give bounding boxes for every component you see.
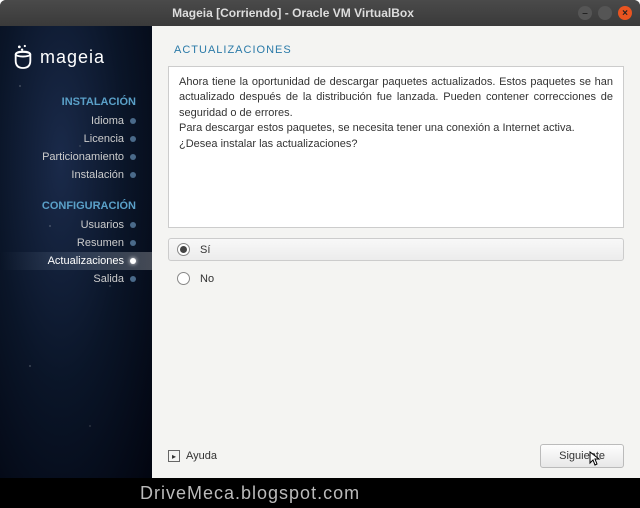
watermark: DriveMeca.blogspot.com xyxy=(0,478,640,508)
window-body: mageia INSTALACIÓN Idioma Licencia Parti… xyxy=(0,26,640,478)
sidebar-item-actualizaciones[interactable]: Actualizaciones xyxy=(0,252,152,270)
step-dot-icon xyxy=(130,240,136,246)
sidebar-item-resumen[interactable]: Resumen xyxy=(0,234,152,252)
help-label: Ayuda xyxy=(186,450,217,462)
section-heading-install: INSTALACIÓN xyxy=(0,80,152,112)
step-dot-icon xyxy=(130,136,136,142)
sidebar-item-particionamiento[interactable]: Particionamiento xyxy=(0,148,152,166)
step-dot-icon xyxy=(130,276,136,282)
step-dot-icon xyxy=(130,154,136,160)
mageia-logo: mageia xyxy=(0,26,152,80)
window-controls: – × xyxy=(578,6,632,20)
radio-yes[interactable] xyxy=(177,243,190,256)
step-dot-icon xyxy=(130,222,136,228)
sidebar-item-salida[interactable]: Salida xyxy=(0,270,152,288)
cauldron-icon xyxy=(12,44,34,70)
section-heading-config: CONFIGURACIÓN xyxy=(0,184,152,216)
message-box: Ahora tiene la oportunidad de descargar … xyxy=(168,66,624,228)
titlebar[interactable]: Mageia [Corriendo] - Oracle VM VirtualBo… xyxy=(0,0,640,26)
option-yes-label: Sí xyxy=(200,244,210,256)
option-no[interactable]: No xyxy=(168,267,624,290)
next-button[interactable]: Siguiente xyxy=(540,444,624,468)
panel-title: ACTUALIZACIONES xyxy=(168,40,624,66)
window-title: Mageia [Corriendo] - Oracle VM VirtualBo… xyxy=(8,6,578,20)
message-line-3: ¿Desea instalar las actualizaciones? xyxy=(179,137,613,152)
option-no-label: No xyxy=(200,273,214,285)
sidebar-item-idioma[interactable]: Idioma xyxy=(0,112,152,130)
sidebar-item-instalacion[interactable]: Instalación xyxy=(0,166,152,184)
radio-group: Sí No xyxy=(168,238,624,290)
minimize-button[interactable]: – xyxy=(578,6,592,20)
step-dot-icon xyxy=(130,258,136,264)
option-yes[interactable]: Sí xyxy=(168,238,624,261)
logo-text: mageia xyxy=(40,47,105,68)
next-label: Siguiente xyxy=(559,450,605,462)
footer-bar: ▸ Ayuda Siguiente xyxy=(168,436,624,468)
maximize-button[interactable] xyxy=(598,6,612,20)
radio-no[interactable] xyxy=(177,272,190,285)
virtualbox-window: Mageia [Corriendo] - Oracle VM VirtualBo… xyxy=(0,0,640,478)
message-line-2: Para descargar estos paquetes, se necesi… xyxy=(179,121,613,136)
help-button[interactable]: ▸ Ayuda xyxy=(168,450,217,462)
play-icon: ▸ xyxy=(168,450,180,462)
sidebar-item-usuarios[interactable]: Usuarios xyxy=(0,216,152,234)
sidebar-item-licencia[interactable]: Licencia xyxy=(0,130,152,148)
sidebar: mageia INSTALACIÓN Idioma Licencia Parti… xyxy=(0,26,152,478)
close-button[interactable]: × xyxy=(618,6,632,20)
main-panel: ACTUALIZACIONES Ahora tiene la oportunid… xyxy=(152,26,640,478)
message-line-1: Ahora tiene la oportunidad de descargar … xyxy=(179,75,613,121)
step-dot-icon xyxy=(130,118,136,124)
step-dot-icon xyxy=(130,172,136,178)
